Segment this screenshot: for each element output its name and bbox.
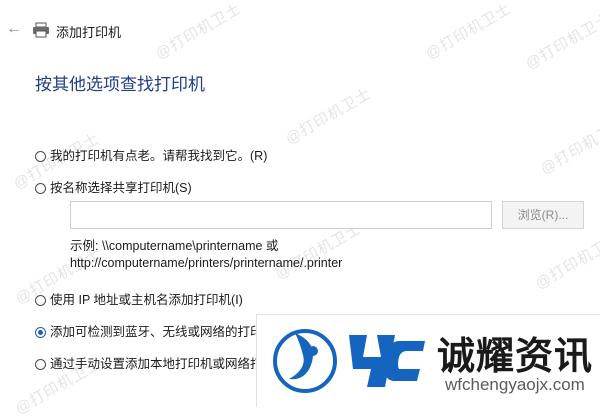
watermark: @打印机卫士 — [282, 84, 375, 148]
radio-button[interactable] — [35, 183, 46, 194]
radio-button-selected[interactable] — [35, 327, 46, 338]
radio-button[interactable] — [35, 295, 46, 306]
option-label: 通过手动设置添加本地打印机或网络打 — [50, 357, 263, 371]
brand-logo-icon — [273, 329, 425, 393]
radio-button[interactable] — [35, 151, 46, 162]
browse-button[interactable]: 浏览(R)... — [502, 201, 584, 229]
page-heading: 按其他选项查找打印机 — [35, 75, 205, 94]
example-text: 示例: \\computername\printername 或 http://… — [70, 238, 342, 272]
printer-name-input[interactable] — [70, 201, 492, 229]
watermark: @打印机卫士 — [532, 229, 600, 293]
brand-url: wfchengyaojx.com — [445, 375, 585, 394]
option-ip-address[interactable]: 使用 IP 地址或主机名添加打印机(I) — [35, 289, 243, 308]
option-label: 添加可检测到蓝牙、无线或网络的打印 — [50, 325, 263, 339]
example-line-2: http://computername/printers/printername… — [70, 256, 343, 270]
option-label: 使用 IP 地址或主机名添加打印机(I) — [50, 293, 243, 307]
brand-name: 诚耀资讯 — [437, 334, 594, 378]
brand-logo-overlay: 诚耀资讯 wfchengyaojx.com — [256, 314, 600, 407]
option-local-manual[interactable]: 通过手动设置添加本地打印机或网络打 — [35, 353, 263, 372]
title-bar: ← 添加打印机 — [0, 0, 600, 60]
window-title: 添加打印机 — [56, 25, 122, 40]
printer-icon — [33, 22, 49, 38]
example-line-1: 示例: \\computername\printername 或 — [70, 239, 279, 253]
option-label: 按名称选择共享打印机(S) — [50, 181, 192, 195]
option-old-printer[interactable]: 我的打印机有点老。请帮我找到它。(R) — [35, 145, 267, 164]
watermark: @打印机卫士 — [537, 114, 600, 178]
option-bluetooth-wireless-network[interactable]: 添加可检测到蓝牙、无线或网络的打印 — [35, 321, 263, 340]
option-shared-printer-by-name[interactable]: 按名称选择共享打印机(S) — [35, 177, 192, 196]
radio-button[interactable] — [35, 359, 46, 370]
back-arrow-icon[interactable]: ← — [4, 19, 24, 39]
option-label: 我的打印机有点老。请帮我找到它。(R) — [50, 149, 268, 163]
